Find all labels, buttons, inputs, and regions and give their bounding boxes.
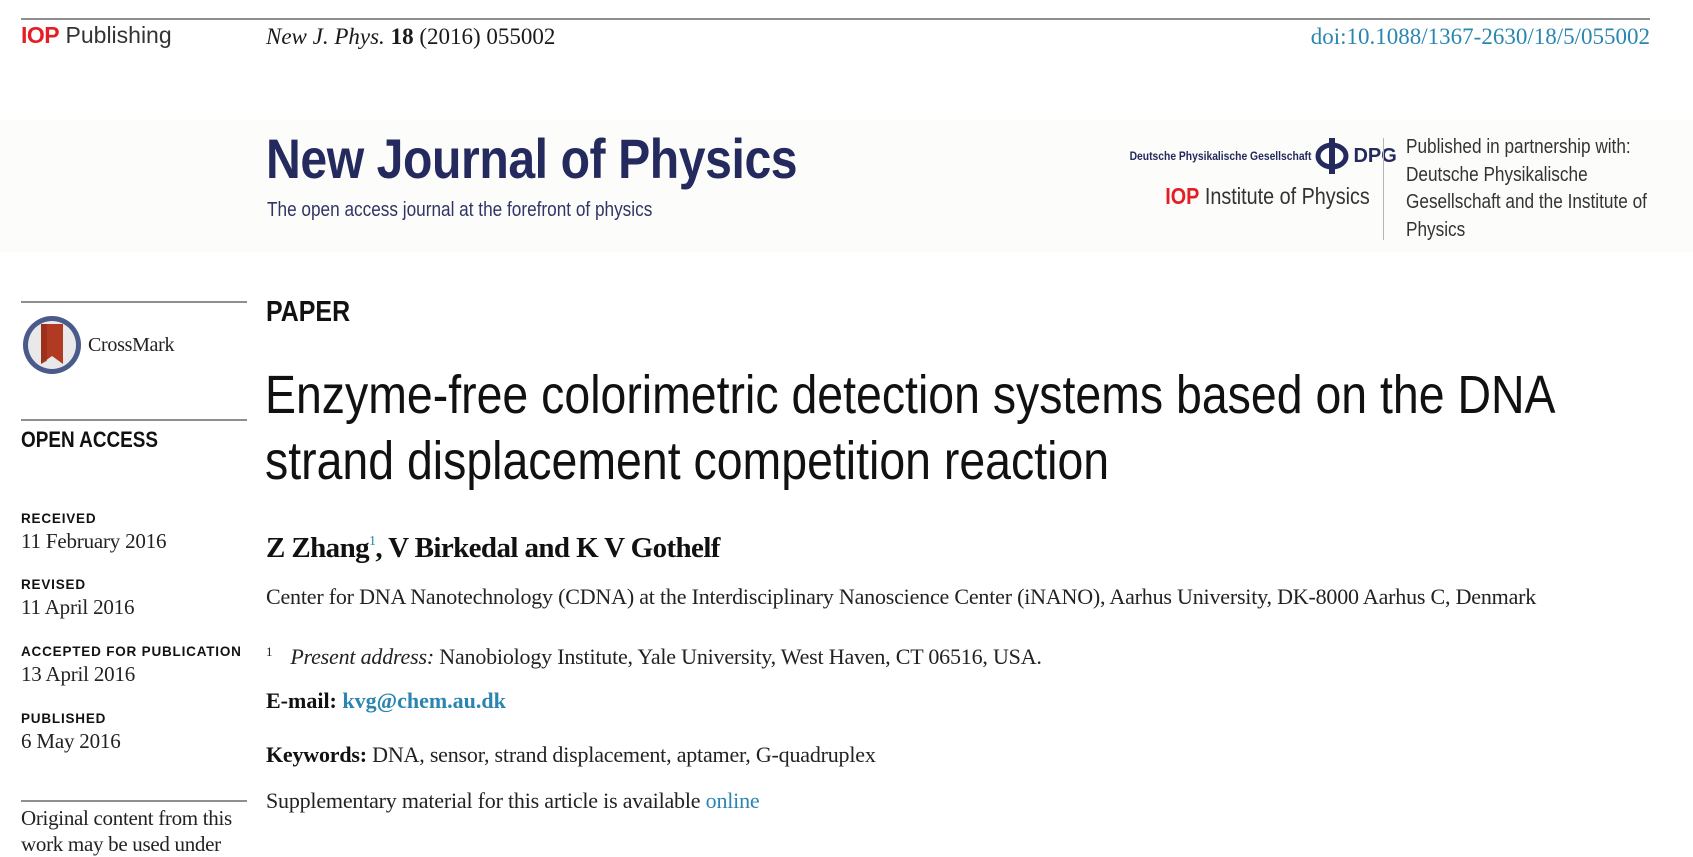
sidebar-rule <box>21 419 247 421</box>
journal-tagline: The open access journal at the forefront… <box>267 199 653 221</box>
volume: 18 <box>390 24 414 49</box>
iop-logo-mark: IOP <box>21 22 60 48</box>
history-date-received: 11 February 2016 <box>21 529 167 553</box>
journal-title: New Journal of Physics <box>266 127 798 190</box>
crossmark-icon <box>23 316 81 374</box>
crossmark-label: CrossMark <box>88 333 175 356</box>
sidebar-rule <box>21 800 247 802</box>
history-label-accepted: ACCEPTED FOR PUBLICATION <box>21 644 242 659</box>
top-rule <box>21 18 1650 20</box>
supplementary-text: Supplementary material for this article … <box>266 788 706 813</box>
history-label-published: PUBLISHED <box>21 711 107 726</box>
dpg-full-name: Deutsche Physikalische Gesellschaft <box>1129 149 1312 163</box>
journal-abbrev: New J. Phys. <box>266 24 385 49</box>
author-list: Z Zhang1, V Birkedal and K V Gothelf <box>266 532 720 565</box>
author-names: , V Birkedal and K V Gothelf <box>375 532 720 564</box>
author-name: Z Zhang <box>266 532 370 564</box>
footnote-label: Present address: <box>290 644 434 669</box>
email-line: E-mail: kvg@chem.au.dk <box>266 688 506 714</box>
iop-publishing-logo: IOP Publishing <box>21 22 172 49</box>
publisher-name: Publishing <box>65 22 172 48</box>
dpg-logo: Deutsche Physikalische Gesellschaft DPG <box>1100 138 1397 174</box>
phi-icon <box>1315 138 1349 174</box>
keywords-line: Keywords: DNA, sensor, strand displaceme… <box>266 742 876 768</box>
doi-link[interactable]: doi:10.1088/1367-2630/18/5/055002 <box>1311 24 1650 50</box>
author-footnote: 1 Present address: Nanobiology Institute,… <box>266 644 1042 670</box>
crossmark-badge[interactable]: CrossMark <box>21 314 174 376</box>
open-access-label: OPEN ACCESS <box>21 427 159 452</box>
iop-institute-logo: IOP Institute of Physics <box>1166 183 1370 210</box>
keywords-label: Keywords: <box>266 742 367 767</box>
affiliation: Center for DNA Nanotechnology (CDNA) at … <box>266 584 1537 609</box>
article-type: PAPER <box>266 296 351 328</box>
history-date-accepted: 13 April 2016 <box>21 662 136 686</box>
partner-divider <box>1383 138 1384 240</box>
keywords-list: DNA, sensor, strand displacement, aptame… <box>366 742 876 767</box>
history-date-revised: 11 April 2016 <box>21 595 135 619</box>
journal-reference: New J. Phys. 18 (2016) 055002 <box>266 24 555 50</box>
license-text: Original content from this work may be u… <box>21 806 232 856</box>
dpg-abbrev: DPG <box>1353 144 1397 167</box>
institute-name: Institute of Physics <box>1205 183 1370 209</box>
history-date-published: 6 May 2016 <box>21 729 121 753</box>
footnote-text: Nanobiology Institute, Yale University, … <box>433 644 1042 669</box>
partnership-statement: Published in partnership with: Deutsche … <box>1406 136 1647 241</box>
supplementary-link[interactable]: online <box>706 788 760 813</box>
supplementary-line: Supplementary material for this article … <box>266 788 760 814</box>
year-article-number: (2016) 055002 <box>419 24 556 49</box>
history-label-revised: REVISED <box>21 577 86 592</box>
sidebar-rule <box>21 301 247 303</box>
history-label-received: RECEIVED <box>21 511 97 526</box>
footnote-mark: 1 <box>266 644 273 659</box>
email-link[interactable]: kvg@chem.au.dk <box>342 688 506 713</box>
article-title: Enzyme-free colorimetric detection syste… <box>265 365 1553 491</box>
email-label: E-mail: <box>266 688 337 713</box>
iop-logo-mark: IOP <box>1165 183 1200 209</box>
